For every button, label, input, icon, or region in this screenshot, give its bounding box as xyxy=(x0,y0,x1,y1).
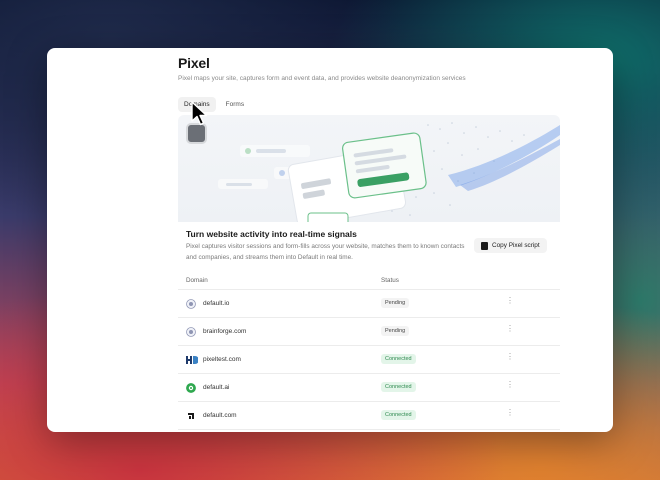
status-badge: Connected xyxy=(381,382,416,392)
globe-icon xyxy=(186,327,196,337)
row-domain[interactable]: default.com xyxy=(203,412,237,419)
page-title: Pixel xyxy=(178,55,210,71)
status-badge: Connected xyxy=(381,354,416,364)
copy-button-label: Copy Pixel script xyxy=(492,242,540,249)
table-row[interactable]: default.ai Connected ⋮ xyxy=(178,374,560,402)
table-header: Domain Status xyxy=(178,272,560,290)
card-description: Pixel captures visitor sessions and form… xyxy=(186,243,465,261)
domains-table: Domain Status default.io Pending ⋮ brain… xyxy=(178,272,560,430)
mouse-cursor-icon xyxy=(191,101,208,126)
tab-bar: Domains Forms xyxy=(178,97,250,112)
more-options-icon[interactable]: ⋮ xyxy=(506,297,514,305)
card-title: Turn website activity into real-time sig… xyxy=(186,229,357,239)
tab-forms[interactable]: Forms xyxy=(220,97,250,112)
globe-icon xyxy=(186,299,196,309)
table-row[interactable]: pixeltest.com Connected ⋮ xyxy=(178,346,560,374)
table-row[interactable]: brainforge.com Pending ⋮ xyxy=(178,318,560,346)
status-badge: Connected xyxy=(381,410,416,420)
more-options-icon[interactable]: ⋮ xyxy=(506,325,514,333)
more-options-icon[interactable]: ⋮ xyxy=(506,381,514,389)
default-logo-icon xyxy=(188,413,194,419)
hero-illustration xyxy=(178,115,560,222)
more-options-icon[interactable]: ⋮ xyxy=(506,409,514,417)
more-options-icon[interactable]: ⋮ xyxy=(506,353,514,361)
copy-pixel-script-button[interactable]: Copy Pixel script xyxy=(474,238,547,253)
status-badge: Pending xyxy=(381,298,410,308)
row-domain[interactable]: brainforge.com xyxy=(203,328,246,335)
table-row[interactable]: default.com Connected ⋮ xyxy=(178,402,560,430)
status-badge: Pending xyxy=(381,326,410,336)
header-domain: Domain xyxy=(186,277,208,284)
table-row[interactable]: default.io Pending ⋮ xyxy=(178,290,560,318)
row-domain[interactable]: pixeltest.com xyxy=(203,356,241,363)
clipboard-icon xyxy=(481,241,488,250)
header-status: Status xyxy=(381,277,399,284)
green-logo-icon xyxy=(186,383,196,393)
page-subtitle: Pixel maps your site, captures form and … xyxy=(178,75,466,82)
row-domain[interactable]: default.ai xyxy=(203,384,229,391)
hd-logo-icon xyxy=(186,356,198,364)
app-window: Pixel Pixel maps your site, captures for… xyxy=(47,48,613,432)
row-domain[interactable]: default.io xyxy=(203,300,229,307)
hero-graphic xyxy=(218,122,560,222)
